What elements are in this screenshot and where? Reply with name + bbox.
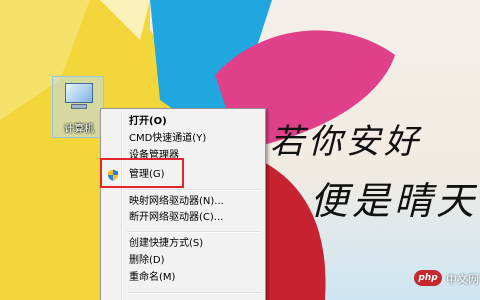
menu-item-create-shortcut[interactable]: 创建快捷方式(S) bbox=[103, 235, 263, 252]
computer-icon bbox=[65, 83, 93, 103]
menu-separator bbox=[127, 292, 261, 294]
menu-item-delete[interactable]: 删除(D) bbox=[103, 252, 263, 269]
computer-desktop-icon[interactable]: 计算机 bbox=[52, 76, 104, 138]
menu-item-rename[interactable]: 重命名(M) bbox=[103, 269, 263, 286]
context-menu: 打开(O) CMD快速通道(Y) 设备管理器 管理(G) 映射网络驱动器(N).… bbox=[100, 108, 266, 300]
menu-item-label: 创建快捷方式(S) bbox=[129, 238, 204, 249]
menu-item-label: 断开网络驱动器(C)... bbox=[129, 212, 224, 223]
menu-item-label: CMD快速通道(Y) bbox=[129, 133, 207, 144]
menu-item-open[interactable]: 打开(O) bbox=[103, 113, 263, 130]
desktop: 若你安好 便是晴天 计算机 打开(O) CMD快速通道(Y) 设备管理器 管理(… bbox=[0, 0, 480, 300]
menu-item-disconnect-drive[interactable]: 断开网络驱动器(C)... bbox=[103, 209, 263, 226]
menu-item-label: 重命名(M) bbox=[129, 272, 176, 283]
menu-item-label: 删除(D) bbox=[129, 255, 165, 266]
menu-separator bbox=[127, 231, 261, 233]
menu-item-label: 打开(O) bbox=[129, 116, 167, 127]
computer-icon-label: 计算机 bbox=[64, 124, 94, 135]
menu-item-label: 映射网络驱动器(N)... bbox=[129, 196, 224, 207]
highlight-box bbox=[100, 158, 184, 188]
php-logo: php bbox=[414, 270, 442, 286]
wallpaper-text-line2: 便是晴天 bbox=[310, 179, 479, 223]
menu-separator bbox=[127, 189, 261, 191]
menu-item-map-drive[interactable]: 映射网络驱动器(N)... bbox=[103, 193, 263, 210]
computer-icon-stand bbox=[71, 104, 87, 109]
watermark-text: 中文网 bbox=[446, 273, 479, 286]
wallpaper-text-line1: 若你安好 bbox=[270, 122, 422, 162]
menu-item-cmd[interactable]: CMD快速通道(Y) bbox=[103, 130, 263, 147]
